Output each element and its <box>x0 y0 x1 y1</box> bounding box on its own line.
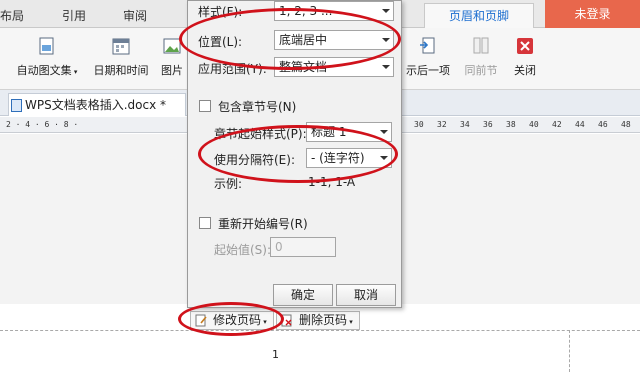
tab-review[interactable]: 审阅 <box>123 7 147 24</box>
delete-page-number-button[interactable]: 删除页码 ▾ <box>276 311 360 330</box>
chevron-down-icon <box>380 156 388 160</box>
show-next-button[interactable]: 示后一项 <box>403 36 453 78</box>
chevron-down-icon <box>382 9 390 13</box>
page-edit-icon <box>195 314 207 327</box>
example-label: 示例: <box>214 177 243 191</box>
style-value: 1, 2, 3 ... <box>279 4 333 18</box>
modify-page-number-button[interactable]: 修改页码 ▾ <box>190 311 274 330</box>
page-number-dialog: 样式(F): 1, 2, 3 ... 位置(L): 底端居中 应用范围(Y): … <box>187 0 402 308</box>
close-icon <box>517 38 533 54</box>
ok-button[interactable]: 确定 <box>273 284 333 306</box>
page-delete-icon <box>281 314 292 327</box>
scope-select[interactable]: 整篇文档 <box>274 57 394 77</box>
ruler-tick: 44 <box>575 120 585 129</box>
chapter-style-label: 章节起始样式(P): <box>214 127 307 141</box>
restart-numbering-checkbox[interactable] <box>199 217 211 229</box>
start-value: 0 <box>275 240 283 254</box>
page-number[interactable]: 1 <box>272 348 279 361</box>
document-tab[interactable]: WPS文档表格插入.docx * <box>8 93 186 116</box>
chapter-style-select[interactable]: 标题 1 <box>306 122 392 142</box>
date-time-label: 日期和时间 <box>93 64 149 77</box>
tab-header-footer[interactable]: 页眉和页脚 <box>424 3 534 29</box>
chevron-down-icon <box>380 130 388 134</box>
ruler-tick: 42 <box>552 120 562 129</box>
link-sections-icon <box>473 37 489 54</box>
style-select[interactable]: 1, 2, 3 ... <box>274 1 394 21</box>
modify-page-number-label: 修改页码 <box>213 313 262 327</box>
start-value-label: 起始值(S): <box>214 243 272 257</box>
show-next-icon <box>420 37 435 54</box>
tab-layout[interactable]: 布局 <box>0 7 24 24</box>
auto-picture-label: 自动图文集 <box>16 64 72 77</box>
chapter-style-value: 标题 1 <box>311 125 347 139</box>
login-button[interactable]: 未登录 <box>545 0 640 28</box>
margin-boundary-line <box>569 330 570 372</box>
scope-label: 应用范围(Y): <box>198 62 267 76</box>
close-label: 关闭 <box>514 64 536 77</box>
picture-button[interactable]: 图片 <box>158 36 186 78</box>
include-chapter-label: 包含章节号(N) <box>218 100 297 114</box>
show-next-label: 示后一项 <box>406 64 450 77</box>
ruler-tick: 36 <box>483 120 493 129</box>
separator-value: - (连字符) <box>311 151 365 165</box>
delete-page-number-label: 删除页码 <box>299 313 348 327</box>
same-as-previous-button[interactable]: 同前节 <box>460 36 502 78</box>
include-chapter-checkbox[interactable] <box>199 100 211 112</box>
cancel-button[interactable]: 取消 <box>336 284 396 306</box>
ruler-tick: 46 <box>598 120 608 129</box>
start-value-input[interactable]: 0 <box>270 237 336 257</box>
picture-icon <box>163 38 181 54</box>
document-tab-title: WPS文档表格插入.docx * <box>25 98 167 112</box>
position-label: 位置(L): <box>198 35 243 49</box>
separator-select[interactable]: - (连字符) <box>306 148 392 168</box>
scope-value: 整篇文档 <box>279 60 328 74</box>
auto-picture-button[interactable]: 自动图文集 ▾ <box>12 36 82 78</box>
chevron-down-icon <box>382 65 390 69</box>
ruler-tick: 34 <box>460 120 470 129</box>
position-select[interactable]: 底端居中 <box>274 30 394 50</box>
close-header-footer-button[interactable]: 关闭 <box>510 36 540 78</box>
ruler-left-ticks: 2 · 4 · 6 · 8 · <box>6 120 79 129</box>
example-value: 1-1, 1-A <box>308 175 356 189</box>
ruler-tick: 30 <box>414 120 424 129</box>
tab-references[interactable]: 引用 <box>62 7 86 24</box>
ruler-tick: 38 <box>506 120 516 129</box>
restart-numbering-label: 重新开始编号(R) <box>218 217 308 231</box>
picture-label: 图片 <box>161 64 183 77</box>
same-as-previous-label: 同前节 <box>464 64 498 77</box>
ruler-tick: 32 <box>437 120 447 129</box>
document-icon <box>11 99 22 112</box>
separator-label: 使用分隔符(E): <box>214 153 295 167</box>
ruler-tick: 40 <box>529 120 539 129</box>
style-label: 样式(F): <box>198 5 243 19</box>
position-value: 底端居中 <box>279 33 328 47</box>
document-picture-icon <box>39 37 54 55</box>
date-time-button[interactable]: 日期和时间 <box>90 36 152 78</box>
chevron-down-icon <box>382 38 390 42</box>
ruler-tick: 48 <box>621 120 631 129</box>
calendar-icon <box>112 38 130 55</box>
